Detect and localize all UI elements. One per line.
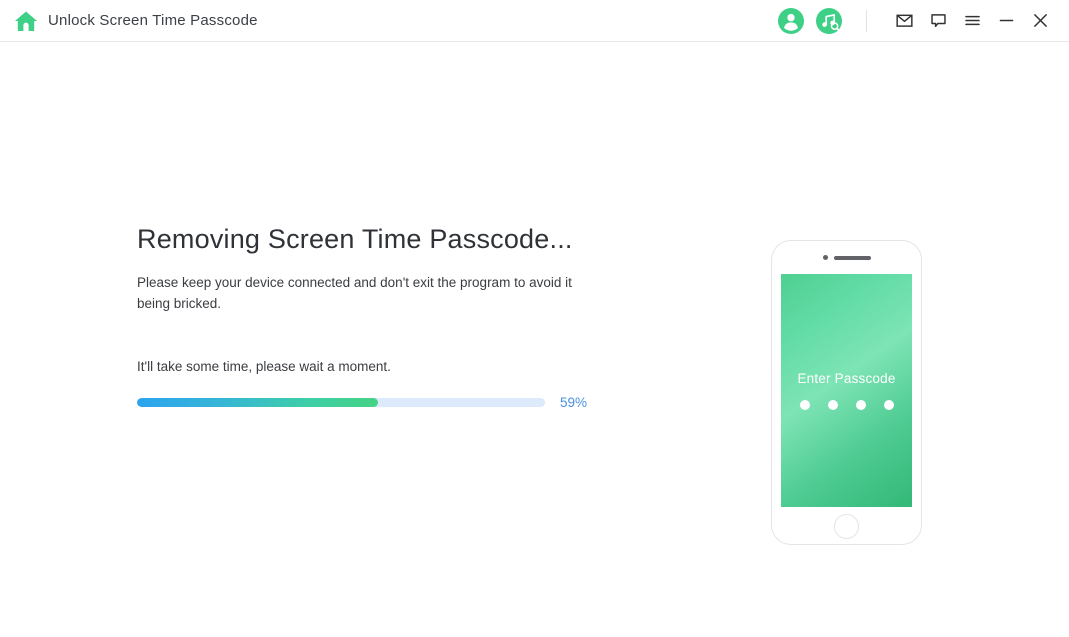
camera-icon	[823, 255, 828, 260]
passcode-dot	[884, 400, 894, 410]
progress-bar-fill	[137, 398, 378, 407]
music-search-icon[interactable]	[816, 8, 842, 34]
phone-mockup: Enter Passcode	[771, 240, 922, 545]
wait-text: It'll take some time, please wait a mome…	[137, 315, 607, 374]
phone-screen: Enter Passcode	[781, 274, 912, 507]
passcode-dot	[856, 400, 866, 410]
mail-icon[interactable]	[887, 6, 921, 36]
phone-home-button-icon	[834, 514, 859, 539]
phone-top-bar	[772, 241, 921, 274]
account-icon[interactable]	[778, 8, 804, 34]
warning-text: Please keep your device connected and do…	[137, 273, 589, 315]
speaker-icon	[834, 256, 871, 260]
app-title: Unlock Screen Time Passcode	[48, 12, 258, 29]
minimize-icon[interactable]	[989, 6, 1023, 36]
close-icon[interactable]	[1023, 6, 1057, 36]
titlebar: Unlock Screen Time Passcode	[0, 0, 1069, 42]
status-panel: Removing Screen Time Passcode... Please …	[137, 224, 607, 410]
passcode-dot	[828, 400, 838, 410]
feedback-icon[interactable]	[921, 6, 955, 36]
progress-bar	[137, 398, 545, 407]
enter-passcode-label: Enter Passcode	[797, 371, 895, 386]
progress-percent-label: 59%	[560, 395, 587, 410]
titlebar-divider	[866, 10, 867, 32]
phone-bottom-bar	[772, 507, 921, 545]
home-icon[interactable]	[14, 10, 38, 32]
main-content: Removing Screen Time Passcode... Please …	[0, 42, 1069, 637]
page-title: Removing Screen Time Passcode...	[137, 224, 607, 255]
passcode-dots	[800, 400, 894, 410]
titlebar-actions	[766, 6, 1069, 36]
menu-icon[interactable]	[955, 6, 989, 36]
titlebar-left: Unlock Screen Time Passcode	[0, 10, 258, 32]
passcode-dot	[800, 400, 810, 410]
progress-row: 59%	[137, 374, 607, 410]
